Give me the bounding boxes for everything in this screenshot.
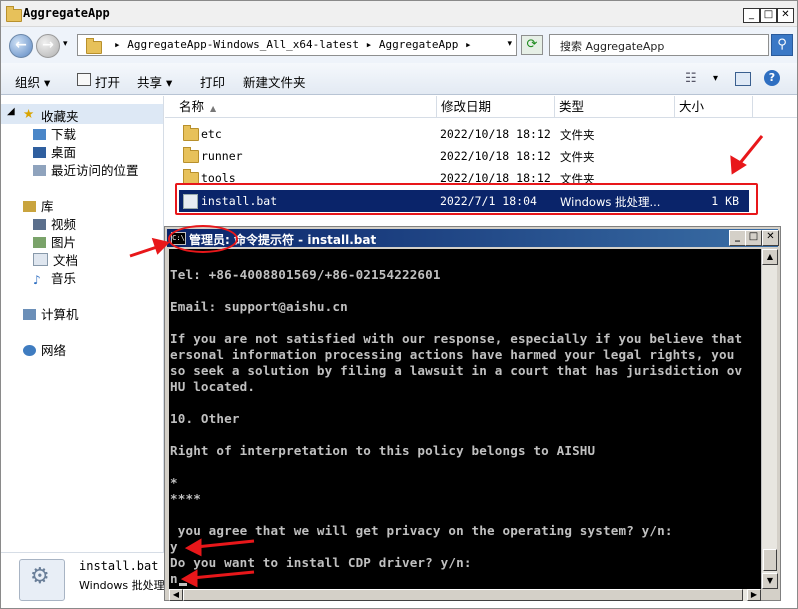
arrow-to-answer-n (191, 570, 255, 580)
arrow-to-answer-y (195, 539, 255, 549)
annotation-arrows (129, 135, 764, 588)
